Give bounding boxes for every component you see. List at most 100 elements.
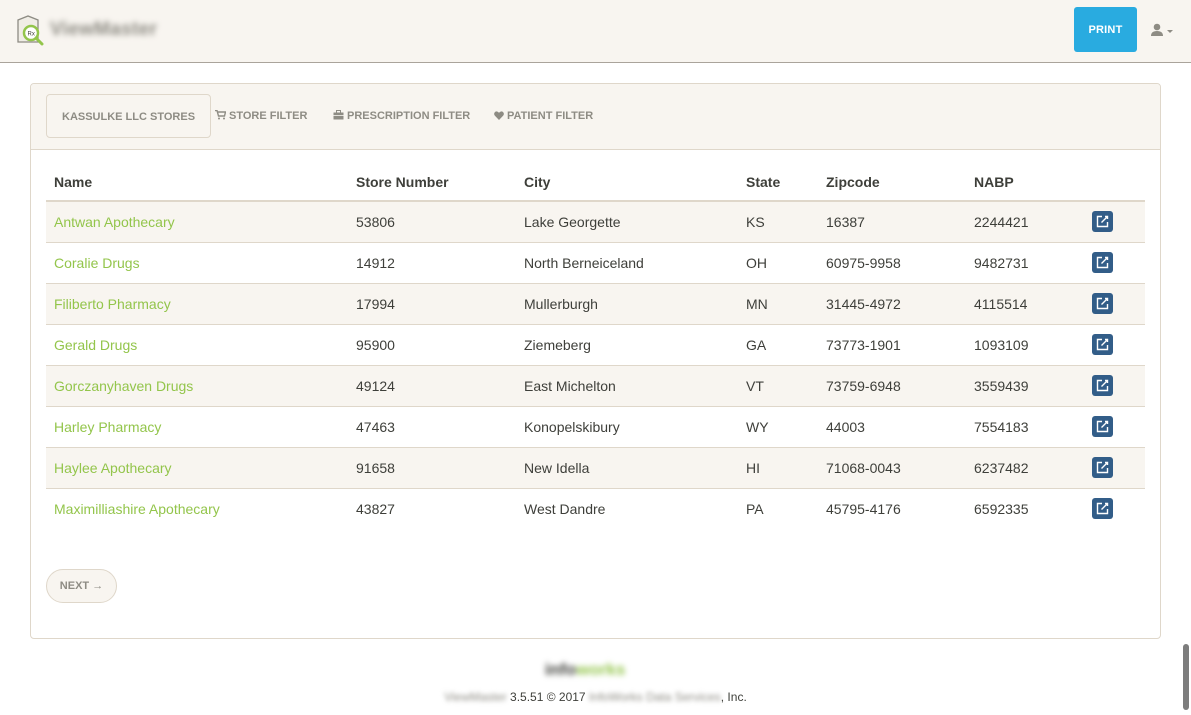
print-button[interactable]: PRINT [1074,7,1137,52]
cell-store-number: 91658 [348,446,516,488]
footer-logo: infoworks [545,660,626,679]
next-page-button[interactable]: NEXT → [46,569,117,603]
footer-suffix: , Inc. [720,690,747,704]
cell-store-number: 53806 [348,200,516,242]
column-header[interactable]: Store Number [348,164,516,202]
cell-nabp: 9482731 [966,241,1084,283]
top-navbar: Rx ViewMaster PRINT [0,0,1191,63]
cart-icon [215,95,227,139]
tab-label: KASSULKE LLC STORES [62,111,196,123]
store-name-link[interactable]: Antwan Apothecary [54,214,175,230]
cell-zipcode: 45795-4176 [818,487,966,529]
table-row: Filiberto Pharmacy 17994 Mullerburgh MN 3144… [46,282,1145,324]
cell-state: GA [738,323,818,365]
edit-icon [1096,461,1109,474]
tab-patient-filter[interactable]: PATIENT FILTER [494,94,593,138]
cell-nabp: 2244421 [966,200,1084,242]
cell-nabp: 6237482 [966,446,1084,488]
cell-zipcode: 73759-6948 [818,364,966,406]
cell-city: North Berneiceland [516,241,738,283]
store-name-link[interactable]: Harley Pharmacy [54,419,161,435]
cell-actions [1084,200,1145,242]
cell-state: OH [738,241,818,283]
table-row: Harley Pharmacy 47463 Konopelskibury WY 4400… [46,405,1145,447]
cell-store-number: 47463 [348,405,516,447]
store-name-link[interactable]: Coralie Drugs [54,255,140,271]
cell-store-number: 43827 [348,487,516,529]
edit-store-button[interactable] [1092,211,1113,233]
store-name-link[interactable]: Gerald Drugs [54,337,137,353]
edit-icon [1096,256,1109,269]
edit-store-button[interactable] [1092,498,1113,520]
edit-store-button[interactable] [1092,416,1113,437]
edit-icon [1096,297,1109,310]
cell-nabp: 7554183 [966,405,1084,447]
filter-tabs: KASSULKE LLC STORES STORE FILTER PRESCRI… [31,84,1160,150]
app-logo-icon[interactable]: Rx [14,14,48,46]
cell-state: MN [738,282,818,324]
cell-zipcode: 60975-9958 [818,241,966,283]
store-name-link[interactable]: Maximilliashire Apothecary [54,501,220,517]
cell-store-number: 14912 [348,241,516,283]
cell-zipcode: 16387 [818,200,966,242]
cell-actions [1084,282,1145,324]
edit-icon [1096,216,1109,228]
cell-state: HI [738,446,818,488]
table-row: Maximilliashire Apothecary 43827 West Dand… [46,487,1145,529]
cell-city: West Dandre [516,487,738,529]
cell-zipcode: 73773-1901 [818,323,966,365]
edit-icon [1096,338,1109,351]
store-name-link[interactable]: Haylee Apothecary [54,460,172,476]
cell-nabp: 4115514 [966,282,1084,324]
page-scrollbar[interactable] [1183,644,1189,710]
heart-icon [494,95,504,139]
cell-actions [1084,405,1145,447]
column-header[interactable]: NABP [966,164,1084,202]
table-row: Antwan Apothecary 53806 Lake Georgette KS 16… [46,200,1145,242]
tab-prescription-filter[interactable]: PRESCRIPTION FILTER [333,94,470,138]
tab-store-filter[interactable]: STORE FILTER [215,94,307,138]
cell-name: Antwan Apothecary [46,200,348,242]
stores-panel: KASSULKE LLC STORES STORE FILTER PRESCRI… [30,83,1161,639]
cell-zipcode: 71068-0043 [818,446,966,488]
cell-store-number: 17994 [348,282,516,324]
cell-nabp: 6592335 [966,487,1084,529]
store-name-link[interactable]: Filiberto Pharmacy [54,296,171,312]
cell-city: New Idella [516,446,738,488]
footer-copyright: ViewMaster 3.5.51 © 2017 InfoWorks Data … [0,690,1191,704]
cell-name: Maximilliashire Apothecary [46,487,348,529]
user-icon [1151,23,1173,36]
column-header[interactable]: Zipcode [818,164,966,202]
edit-store-button[interactable] [1092,252,1113,273]
cell-city: Lake Georgette [516,200,738,242]
footer-product: ViewMaster [444,690,507,704]
column-header[interactable]: Name [46,164,348,202]
tab-label: PATIENT FILTER [507,110,594,122]
cell-state: PA [738,487,818,529]
edit-store-button[interactable] [1092,375,1113,396]
column-header[interactable]: City [516,164,738,202]
tab-stores[interactable]: KASSULKE LLC STORES [46,94,212,138]
app-name: ViewMaster [50,19,158,40]
cell-zipcode: 44003 [818,405,966,447]
cell-city: Mullerburgh [516,282,738,324]
edit-store-button[interactable] [1092,334,1113,355]
edit-store-button[interactable] [1092,457,1113,478]
edit-icon [1096,503,1109,515]
table-row: Gorczanyhaven Drugs 49124 East Michelton VT… [46,364,1145,406]
edit-store-button[interactable] [1092,293,1113,314]
cell-store-number: 95900 [348,323,516,365]
cell-name: Filiberto Pharmacy [46,282,348,324]
table-row: Gerald Drugs 95900 Ziemeberg GA 73773-1901 10… [46,323,1145,365]
tab-label: PRESCRIPTION FILTER [347,110,471,122]
cell-actions [1084,323,1145,365]
cell-city: Konopelskibury [516,405,738,447]
edit-icon [1096,420,1109,433]
cell-name: Haylee Apothecary [46,446,348,488]
cell-state: VT [738,364,818,406]
briefcase-icon [333,95,344,139]
user-menu-dropdown[interactable] [1150,22,1180,40]
store-name-link[interactable]: Gorczanyhaven Drugs [54,378,193,394]
cell-name: Harley Pharmacy [46,405,348,447]
column-header[interactable]: State [738,164,818,202]
